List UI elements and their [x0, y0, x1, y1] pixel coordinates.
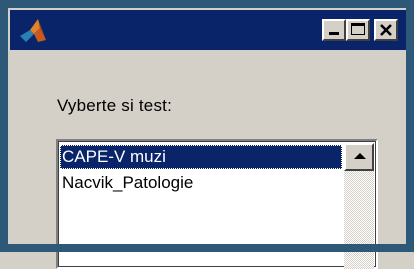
minimize-button[interactable]	[322, 19, 346, 41]
scroll-up-arrow-icon	[354, 153, 366, 159]
test-prompt-label: Vyberte si test:	[57, 96, 173, 115]
list-item-cape-v-muzi[interactable]: CAPE-V muzi	[60, 145, 342, 169]
dialog-window: Vyberte si test: CAPE-V muzi Nacvik_Pato…	[0, 0, 414, 269]
vertical-scrollbar[interactable]	[344, 143, 374, 269]
matlab-logo-icon	[20, 19, 46, 42]
maximize-icon	[351, 23, 365, 35]
title-bar[interactable]	[10, 10, 408, 50]
maximize-button[interactable]	[346, 19, 370, 41]
test-listbox[interactable]: CAPE-V muzi Nacvik_Patologie	[56, 139, 378, 269]
close-icon	[380, 24, 392, 36]
minimize-icon	[329, 32, 339, 35]
close-button[interactable]	[374, 19, 398, 41]
list-item-nacvik-patologie[interactable]: Nacvik_Patologie	[60, 171, 342, 195]
scroll-up-button[interactable]	[344, 143, 374, 171]
